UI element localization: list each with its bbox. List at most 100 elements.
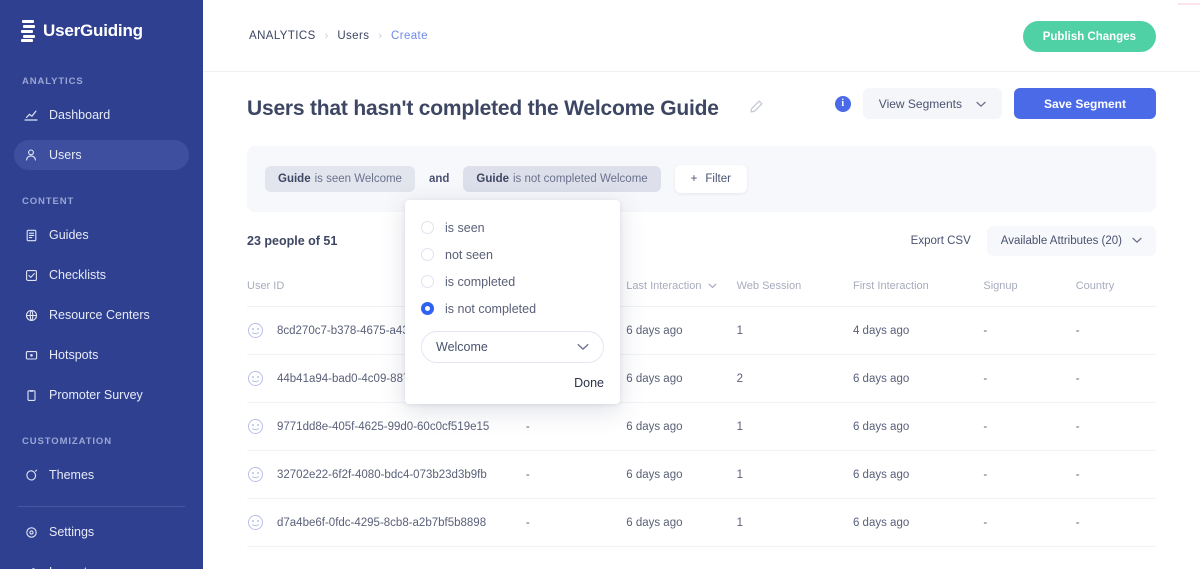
radio-icon — [421, 275, 434, 288]
column-header-label: Last Interaction — [626, 280, 702, 292]
sidebar-item-label: Settings — [49, 525, 95, 539]
sidebar-item-hotspots[interactable]: Hotspots — [14, 340, 189, 370]
sidebar-item-label: Themes — [49, 468, 95, 482]
view-segments-dropdown[interactable]: View Segments — [862, 88, 1002, 119]
save-segment-button[interactable]: Save Segment — [1013, 88, 1156, 119]
popover-footer: Done — [421, 363, 604, 394]
export-csv-button[interactable]: Export CSV — [911, 235, 971, 247]
table-row[interactable]: 32702e22-6f2f-4080-bdc4-073b23d3b9fb - 6… — [247, 450, 1156, 499]
people-count-label: 23 people of 51 — [247, 234, 338, 248]
table-header-row: User ID Name Last Interaction — [247, 270, 1156, 307]
column-header-country[interactable]: Country — [1075, 270, 1156, 307]
clipboard-icon — [24, 388, 38, 402]
filter-chip-value: Welcome — [599, 173, 648, 185]
column-header-web-session[interactable]: Web Session — [736, 270, 853, 307]
sidebar-item-label: Promoter Survey — [49, 388, 143, 402]
cell-last-interaction: 6 days ago — [626, 402, 737, 451]
filter-chip-subject: Guide — [278, 173, 311, 185]
sidebar-divider — [18, 506, 185, 507]
radio-label: is not completed — [445, 301, 537, 316]
guide-select-value: Welcome — [436, 340, 488, 354]
filter-chip-guide-is-not-completed[interactable]: Guide is not completed Welcome — [463, 166, 661, 192]
sidebar-section-analytics: ANALYTICS — [22, 76, 84, 87]
chevron-down-icon — [976, 97, 986, 111]
cell-web-session: 1 — [736, 450, 853, 499]
column-header-last-interaction[interactable]: Last Interaction — [626, 270, 737, 307]
sidebar-item-label: Dashboard — [49, 108, 111, 122]
cell-name: - — [525, 402, 627, 451]
sidebar-item-checklists[interactable]: Checklists — [14, 260, 189, 290]
avatar-icon — [247, 322, 264, 339]
view-segments-label: View Segments — [878, 96, 962, 111]
filter-condition-popover: is seen not seen is completed is not com… — [405, 200, 620, 404]
radio-option-is-completed[interactable]: is completed — [421, 268, 604, 295]
sidebar-item-themes[interactable]: Themes — [14, 460, 189, 490]
user-id-value: d7a4be6f-0fdc-4295-8cb8-a2b7bf5b8898 — [277, 516, 487, 529]
breadcrumb-item-analytics[interactable]: ANALYTICS — [249, 30, 316, 42]
add-filter-button[interactable]: + Filter — [674, 165, 747, 193]
cell-country: - — [1075, 498, 1156, 547]
available-attributes-dropdown[interactable]: Available Attributes (20) — [986, 226, 1156, 256]
breadcrumb-separator: › — [324, 29, 329, 42]
radio-icon-selected — [421, 302, 434, 315]
radio-option-is-not-completed[interactable]: is not completed — [421, 295, 604, 322]
column-header-first-interaction[interactable]: First Interaction — [852, 270, 984, 307]
column-header-signup[interactable]: Signup — [983, 270, 1076, 307]
logout-icon — [24, 565, 38, 569]
available-attributes-label: Available Attributes (20) — [1000, 235, 1122, 247]
table-row[interactable]: 9771dd8e-405f-4625-99d0-60c0cf519e15 - 6… — [247, 402, 1156, 451]
cell-user-id: d7a4be6f-0fdc-4295-8cb8-a2b7bf5b8898 — [247, 498, 526, 547]
cell-country: - — [1075, 450, 1156, 499]
breadcrumb: ANALYTICS › Users › Create — [203, 30, 428, 42]
cell-web-session: 1 — [736, 498, 853, 547]
sidebar-item-promoter-survey[interactable]: Promoter Survey — [14, 380, 189, 410]
radio-option-is-seen[interactable]: is seen — [421, 214, 604, 241]
cell-web-session: 1 — [736, 402, 853, 451]
sidebar-item-label: Guides — [49, 228, 89, 242]
cell-last-interaction: 6 days ago — [626, 354, 737, 403]
sidebar-item-logout[interactable]: Logout — [14, 557, 189, 569]
results-actions: Export CSV Available Attributes (20) — [911, 226, 1156, 256]
sidebar-item-dashboard[interactable]: Dashboard — [14, 100, 189, 130]
brand-logo[interactable]: UserGuiding — [0, 0, 203, 42]
title-actions: i View Segments Save Segment — [834, 88, 1156, 119]
sidebar-item-settings[interactable]: Settings — [14, 517, 189, 547]
table-row[interactable]: 8cd270c7-b378-4675-a430-08d8 - 6 days ag… — [247, 306, 1156, 355]
breadcrumb-item-create[interactable]: Create — [391, 30, 428, 42]
cell-country: - — [1075, 354, 1156, 403]
filter-chip-guide-is-seen[interactable]: Guide is seen Welcome — [265, 166, 415, 192]
brand-name: UserGuiding — [43, 21, 143, 40]
filter-chip-value: Welcome — [354, 173, 402, 185]
radio-icon — [421, 221, 434, 234]
cell-first-interaction: 4 days ago — [852, 306, 984, 355]
title-row: Users that hasn't completed the Welcome … — [247, 72, 1156, 146]
plus-icon: + — [690, 173, 698, 185]
userguiding-logo-icon — [20, 20, 36, 42]
cell-signup: - — [983, 498, 1076, 547]
cell-user-id: 32702e22-6f2f-4080-bdc4-073b23d3b9fb — [247, 450, 526, 499]
table-row[interactable]: 44b41a94-bad0-4c09-887e-c634 - 6 days ag… — [247, 354, 1156, 403]
guide-select[interactable]: Welcome — [421, 331, 604, 363]
cell-country: - — [1075, 402, 1156, 451]
document-icon — [24, 228, 38, 242]
pencil-icon[interactable] — [749, 99, 764, 119]
info-icon[interactable]: i — [834, 95, 851, 112]
sidebar-item-resource-centers[interactable]: Resource Centers — [14, 300, 189, 330]
publish-changes-button[interactable]: Publish Changes — [1022, 21, 1156, 52]
cell-first-interaction: 6 days ago — [852, 354, 984, 403]
table-row[interactable]: d7a4be6f-0fdc-4295-8cb8-a2b7bf5b8898 - 6… — [247, 498, 1156, 547]
done-button[interactable]: Done — [574, 376, 604, 390]
chevron-down-icon — [1132, 235, 1142, 247]
sidebar-item-users[interactable]: Users — [14, 140, 189, 170]
sidebar: UserGuiding ANALYTICS Dashboard Users CO… — [0, 0, 203, 569]
radio-option-not-seen[interactable]: not seen — [421, 241, 604, 268]
table-head: User ID Name Last Interaction — [247, 270, 1156, 307]
breadcrumb-item-users[interactable]: Users — [337, 30, 369, 42]
cell-signup: - — [983, 306, 1076, 355]
cell-web-session: 2 — [736, 354, 853, 403]
cell-user-id: 9771dd8e-405f-4625-99d0-60c0cf519e15 — [247, 402, 526, 451]
results-summary-row: 23 people of 51 Export CSV Available Att… — [247, 212, 1156, 270]
gear-icon — [24, 525, 38, 539]
sidebar-item-guides[interactable]: Guides — [14, 220, 189, 250]
cell-signup: - — [983, 450, 1076, 499]
